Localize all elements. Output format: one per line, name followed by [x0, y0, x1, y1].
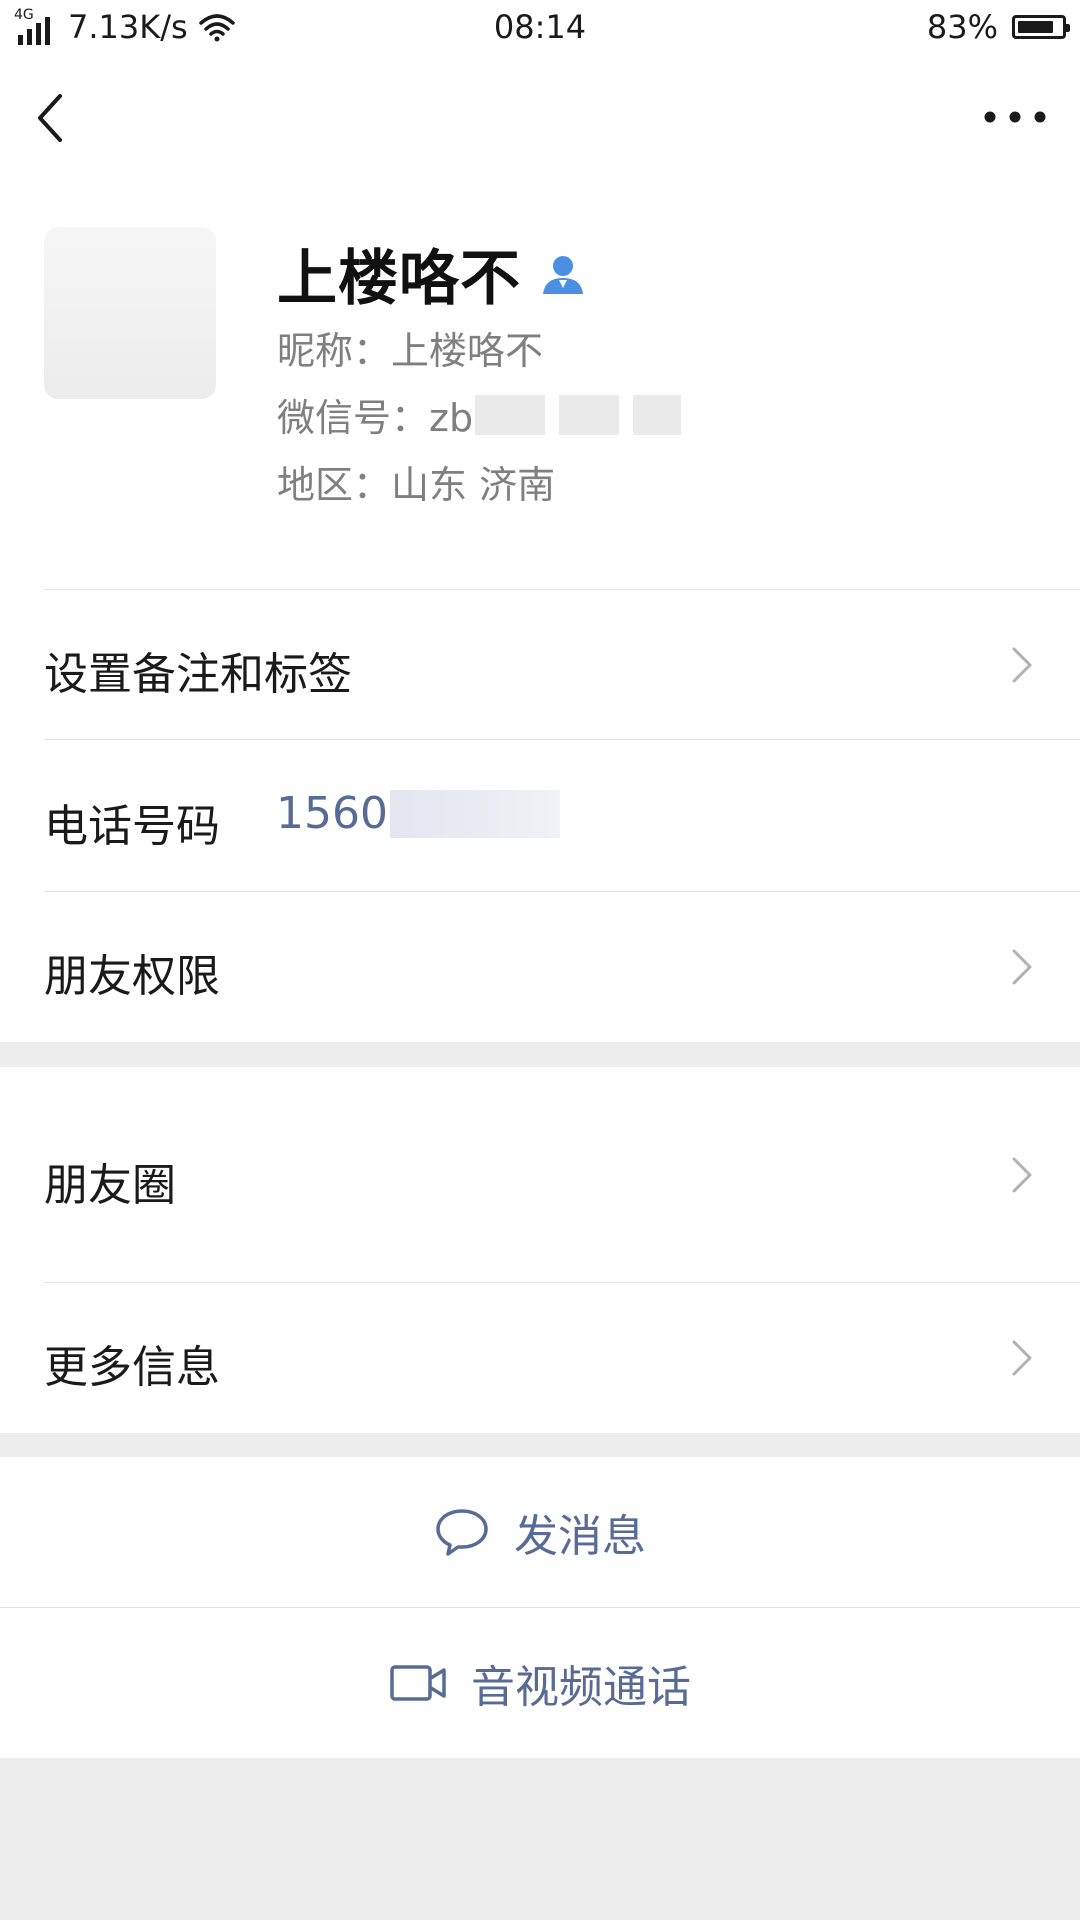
cell-label: 朋友圈	[44, 1160, 176, 1211]
cell-moments[interactable]: 朋友圈	[0, 1067, 1080, 1283]
chat-bubble-icon	[436, 1509, 488, 1556]
cell-phone[interactable]: 电话号码 1560	[0, 740, 1080, 892]
cell-label: 电话号码	[44, 801, 220, 852]
cell-friend-permissions[interactable]: 朋友权限	[0, 892, 1080, 1042]
nav-bar	[0, 56, 1080, 180]
chevron-right-icon	[1012, 647, 1032, 683]
video-call-label: 音视频通话	[471, 1662, 691, 1713]
chevron-right-icon	[1012, 1157, 1032, 1193]
battery-icon	[1012, 15, 1070, 39]
cell-remark-tags[interactable]: 设置备注和标签	[0, 590, 1080, 740]
battery-fill	[1018, 21, 1053, 33]
wechat-id-redacted	[475, 394, 682, 435]
profile-card: 上楼咯不 昵称：上楼咯不 微信号：zb 地区：山东 济南	[0, 180, 1080, 590]
phone-value[interactable]: 1560	[276, 788, 560, 839]
avatar[interactable]	[44, 227, 216, 399]
status-right: 83%	[926, 8, 1070, 46]
nickname-line: 昵称：上楼咯不	[277, 329, 544, 373]
cell-label: 朋友权限	[44, 951, 220, 1002]
send-message-button[interactable]: 发消息	[0, 1457, 1080, 1607]
phone-redacted	[389, 789, 560, 838]
more-dots-icon[interactable]	[980, 102, 1050, 132]
chevron-right-icon	[1012, 1340, 1032, 1376]
cell-label: 设置备注和标签	[44, 649, 352, 700]
cell-label: 更多信息	[44, 1342, 220, 1393]
region-line: 地区：山东 济南	[277, 463, 556, 507]
display-name: 上楼咯不	[277, 244, 521, 314]
cell-more-info[interactable]: 更多信息	[0, 1283, 1080, 1433]
phone-value-text: 1560	[276, 788, 388, 839]
video-call-button[interactable]: 音视频通话	[0, 1608, 1080, 1758]
back-chevron-icon[interactable]	[30, 90, 80, 146]
clock: 08:14	[493, 8, 587, 46]
battery-percent: 83%	[926, 8, 998, 46]
wechat-id-text: 微信号：zb	[277, 396, 474, 440]
chevron-right-icon	[1012, 949, 1032, 985]
wechat-id-line: 微信号：zb	[277, 387, 682, 442]
contact-person-icon	[543, 255, 583, 294]
status-bar: 4G 7.13K/s 08:14 83%	[0, 0, 1080, 56]
name-row: 上楼咯不	[277, 230, 585, 317]
video-camera-icon	[390, 1665, 446, 1701]
send-message-label: 发消息	[514, 1511, 646, 1562]
